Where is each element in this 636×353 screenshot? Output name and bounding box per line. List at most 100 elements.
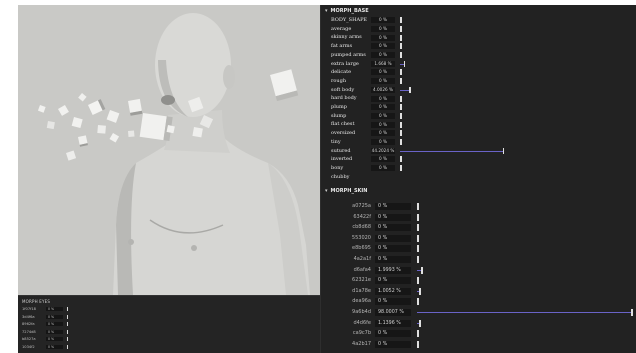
slider-handle[interactable] <box>400 25 402 32</box>
morph-skin-value-field[interactable]: 1.0052 % <box>375 287 411 295</box>
morph-base-value-field[interactable]: 0 % <box>371 104 395 111</box>
slider-handle[interactable] <box>400 139 402 146</box>
morph-eyes-row[interactable]: 3d4f6a 0 % <box>22 314 318 320</box>
morph-skin-row[interactable]: 9a6b4d 98.0007 % <box>321 307 636 318</box>
slider-handle[interactable] <box>417 277 419 285</box>
morph-base-row[interactable]: rough 0 % <box>321 77 636 86</box>
slider-handle[interactable] <box>400 104 402 111</box>
morph-eyes-value-field[interactable]: 0 % <box>46 322 63 326</box>
slider-handle[interactable] <box>400 112 402 119</box>
3d-viewport[interactable] <box>18 5 320 295</box>
morph-eyes-value-field[interactable]: 0 % <box>46 329 63 334</box>
morph-base-row[interactable]: fat arms 0 % <box>321 42 636 51</box>
morph-skin-row[interactable]: 62321e 0 % <box>321 275 636 286</box>
morph-base-row[interactable]: hard body 0 % <box>321 94 636 103</box>
morph-eyes-row[interactable]: 8962fa 0 % <box>22 321 318 327</box>
morph-skin-row[interactable]: ca9c7b 0 % <box>321 328 636 339</box>
morph-skin-row[interactable]: 4a2b17 0 % <box>321 339 636 350</box>
slider-handle[interactable] <box>400 95 402 102</box>
morph-base-row[interactable]: BODY_SHAPE 0 % <box>321 16 636 25</box>
slider-handle[interactable] <box>417 224 419 232</box>
collapse-triangle-icon[interactable]: ▾ <box>325 8 328 14</box>
slider-handle[interactable] <box>417 245 419 253</box>
morph-skin-value-field[interactable]: 0 % <box>375 224 411 232</box>
morph-base-value-field[interactable]: 0 % <box>371 165 395 172</box>
morph-eyes-row[interactable]: 1034f2 0 % <box>22 344 318 350</box>
slider-handle[interactable] <box>419 319 422 327</box>
morph-skin-row[interactable]: e8b695 0 % <box>321 243 636 254</box>
morph-base-value-field[interactable]: 0 % <box>371 69 395 76</box>
morph-skin-value-field[interactable]: 0 % <box>375 234 411 242</box>
morph-skin-row[interactable]: 63422f 0 % <box>321 212 636 223</box>
morph-eyes-value-field[interactable]: 0 % <box>46 344 63 349</box>
slider-handle[interactable] <box>67 344 68 349</box>
morph-base-value-field[interactable]: 0 % <box>371 43 395 50</box>
morph-base-row[interactable]: pumped arms 0 % <box>321 51 636 60</box>
morph-base-value-field[interactable]: 4.0026 % <box>371 86 395 93</box>
morph-skin-row[interactable]: 4a2a1f 0 % <box>321 254 636 265</box>
slider-handle[interactable] <box>400 17 402 24</box>
morph-base-row[interactable]: inverted 0 % <box>321 155 636 164</box>
morph-skin-row[interactable]: a0725a 0 % <box>321 201 636 212</box>
morph-base-row[interactable]: oversized 0 % <box>321 129 636 138</box>
slider-handle[interactable] <box>67 314 68 319</box>
morph-base-value-field[interactable]: 0 % <box>371 17 395 24</box>
morph-eyes-row[interactable]: b8527a 0 % <box>22 336 318 342</box>
morph-eyes-row[interactable]: 7274d8 0 % <box>22 329 318 335</box>
morph-skin-row[interactable]: d6afa4 1.9993 % <box>321 265 636 276</box>
slider-handle[interactable] <box>400 78 402 85</box>
morph-base-value-field[interactable]: 0 % <box>371 52 395 59</box>
morph-base-row[interactable]: tiny 0 % <box>321 138 636 147</box>
morph-skin-value-field[interactable]: 0 % <box>375 277 411 285</box>
morph-base-value-field[interactable]: 0 % <box>371 78 395 85</box>
morph-skin-value-field[interactable]: 0 % <box>375 330 411 338</box>
morph-eyes-value-field[interactable]: 0 % <box>46 314 63 319</box>
morph-base-header[interactable]: ▾ MORPH_BASE <box>325 8 369 14</box>
morph-skin-value-field[interactable]: 0 % <box>375 340 411 348</box>
slider-handle[interactable] <box>421 266 424 274</box>
morph-base-row[interactable]: sutured 44.2024 % <box>321 147 636 156</box>
morph-eyes-row[interactable]: 1f07f18 0 % <box>22 306 318 312</box>
morph-skin-header[interactable]: ▾ MORPH_SKIN <box>325 188 367 194</box>
morph-base-row[interactable]: delicate 0 % <box>321 68 636 77</box>
morph-base-value-field[interactable]: 0 % <box>371 95 395 102</box>
morph-skin-value-field[interactable]: 0 % <box>375 203 411 210</box>
morph-base-value-field[interactable]: 1.668 % <box>371 60 395 67</box>
slider-handle[interactable] <box>417 330 419 338</box>
slider-handle[interactable] <box>417 213 419 221</box>
morph-base-row[interactable]: soft body 4.0026 % <box>321 86 636 95</box>
morph-base-value-field[interactable]: 0 % <box>371 112 395 119</box>
morph-base-row[interactable]: extra large 1.668 % <box>321 60 636 69</box>
slider-handle[interactable] <box>417 234 419 242</box>
slider-handle[interactable] <box>403 60 406 67</box>
slider-handle[interactable] <box>417 203 419 210</box>
collapse-triangle-icon[interactable]: ▾ <box>325 188 328 194</box>
morph-skin-row[interactable]: 553020 0 % <box>321 233 636 244</box>
morph-base-value-field[interactable]: 0 % <box>371 130 395 137</box>
slider-handle[interactable] <box>400 165 402 172</box>
morph-base-value-field[interactable]: 0 % <box>371 34 395 41</box>
slider-handle[interactable] <box>400 69 402 76</box>
morph-skin-row[interactable]: cb8d68 0 % <box>321 222 636 233</box>
morph-base-row[interactable]: plump 0 % <box>321 103 636 112</box>
slider-handle[interactable] <box>67 322 68 326</box>
slider-handle[interactable] <box>502 147 505 154</box>
morph-base-value-field[interactable]: 44.2024 % <box>371 147 395 154</box>
morph-base-row[interactable]: average 0 % <box>321 25 636 34</box>
morph-skin-value-field[interactable]: 0 % <box>375 245 411 253</box>
morph-base-value-field[interactable]: 0 % <box>371 139 395 146</box>
morph-base-value-field[interactable]: 0 % <box>371 156 395 163</box>
morph-skin-row[interactable]: dea96a 0 % <box>321 296 636 307</box>
slider-handle[interactable] <box>67 329 68 334</box>
morph-skin-value-field[interactable]: 0 % <box>375 213 411 221</box>
slider-handle[interactable] <box>400 34 402 41</box>
slider-handle[interactable] <box>400 43 402 50</box>
slider-handle[interactable] <box>417 340 419 348</box>
slider-handle[interactable] <box>400 130 402 137</box>
slider-handle[interactable] <box>409 86 411 93</box>
slider-handle[interactable] <box>400 52 402 59</box>
morph-base-row[interactable]: slump 0 % <box>321 112 636 121</box>
slider-handle[interactable] <box>419 287 422 295</box>
morph-eyes-value-field[interactable]: 0 % <box>46 337 63 341</box>
slider-handle[interactable] <box>67 337 68 341</box>
